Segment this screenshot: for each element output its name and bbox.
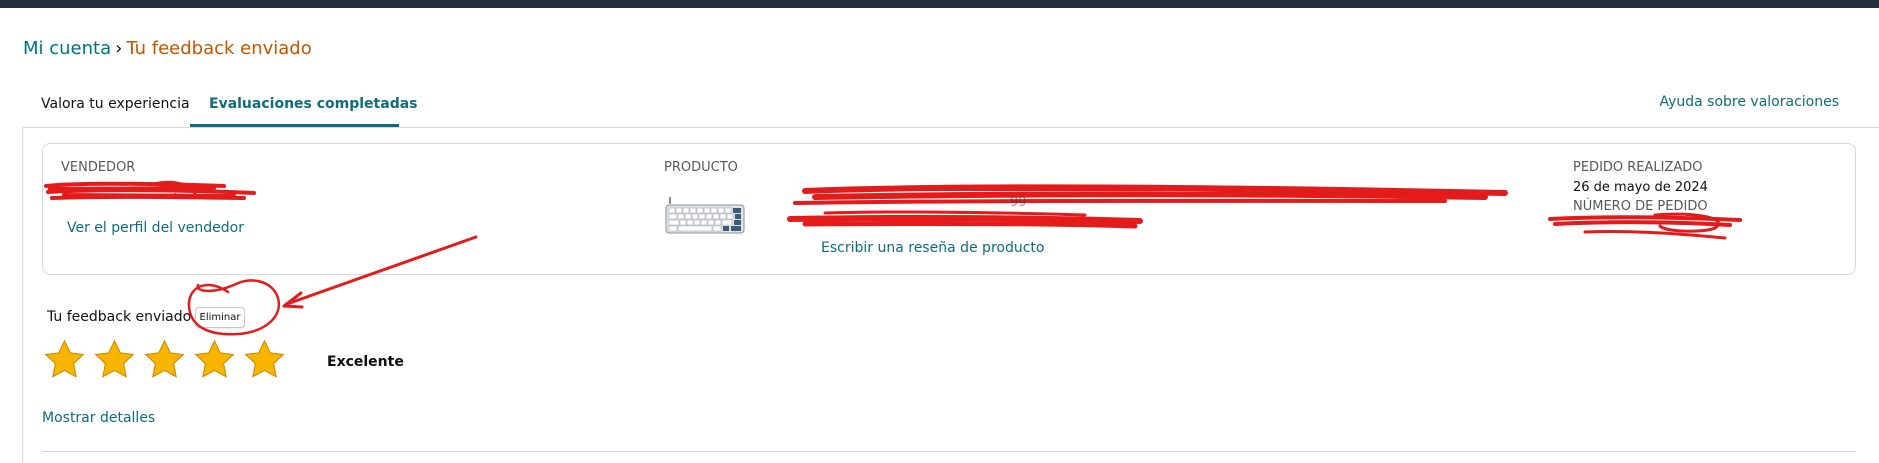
panel-left-border [22,127,23,463]
order-placed-label: PEDIDO REALIZADO [1573,160,1703,175]
star-icon [44,339,85,378]
breadcrumb-current: Tu feedback enviado [126,38,312,59]
star-icon [244,339,285,378]
svg-text:99: 99 [1010,195,1027,210]
tab-evaluaciones-completadas[interactable]: Evaluaciones completadas [209,96,418,112]
vendor-profile-link[interactable]: Ver el perfil del vendedor [67,220,244,236]
breadcrumb-my-account[interactable]: Mi cuenta [23,38,111,59]
section-divider [42,451,1856,452]
redacted-product-title: 99 [787,184,1508,229]
show-details-link[interactable]: Mostrar detalles [42,410,155,426]
order-date: 26 de mayo de 2024 [1573,180,1708,195]
top-nav-bar [0,0,1879,8]
breadcrumb-separator: › [115,38,123,59]
product-label: PRODUCTO [664,160,738,175]
rating-text: Excelente [327,354,404,370]
star-icon [194,339,235,378]
tabs-divider [23,127,1879,128]
breadcrumb: Mi cuenta › Tu feedback enviado [23,38,312,59]
redacted-order-number [1548,212,1742,240]
delete-feedback-button[interactable]: Eliminar [195,307,245,328]
write-review-link[interactable]: Escribir una reseña de producto [821,240,1044,256]
feedback-sent-label: Tu feedback enviado [47,309,192,325]
star-icon [144,339,185,378]
star-rating [43,338,286,386]
tab-valora-experiencia[interactable]: Valora tu experiencia [41,96,190,112]
help-ratings-link[interactable]: Ayuda sobre valoraciones [1659,94,1839,110]
keyboard-thumbnail-icon [665,197,745,234]
annotation-arrowhead [282,291,304,309]
redacted-vendor-name [44,180,256,200]
star-icon [94,339,135,378]
vendor-label: VENDEDOR [61,160,136,175]
